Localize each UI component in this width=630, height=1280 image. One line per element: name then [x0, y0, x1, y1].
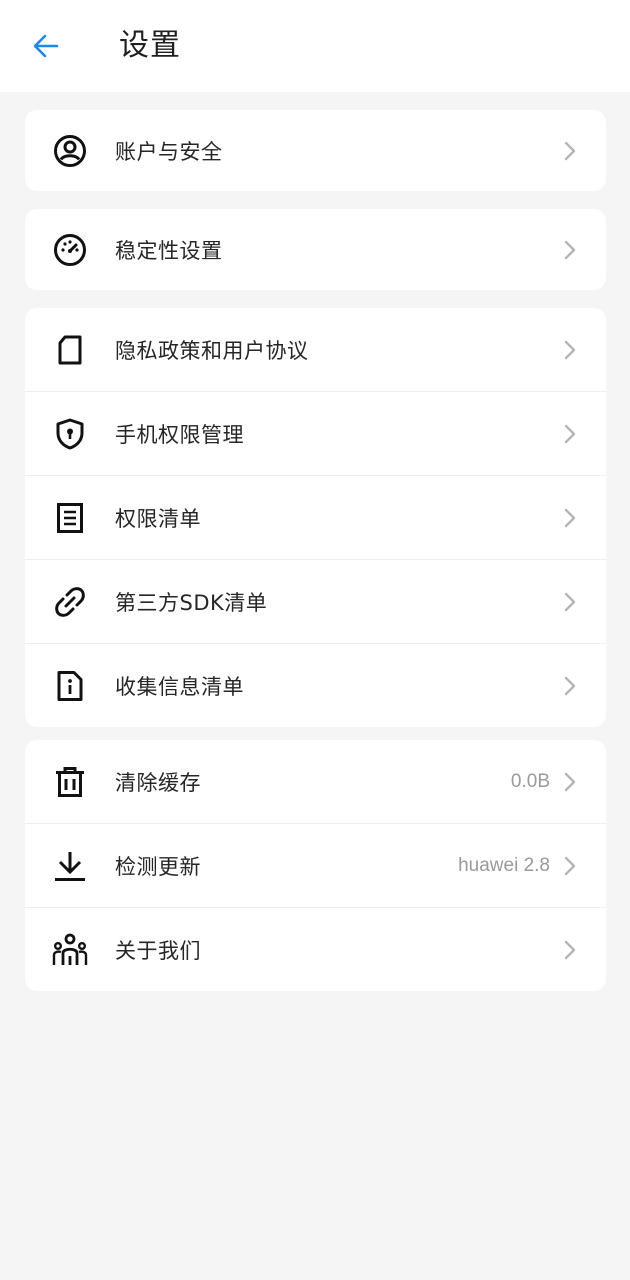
settings-item-label: 第三方SDK清单	[115, 590, 268, 615]
account-section: 账户与安全	[25, 110, 606, 191]
cache-size-value: 0.0B	[510, 770, 550, 792]
info-file-icon	[52, 668, 88, 704]
settings-item-label: 检测更新	[115, 854, 201, 879]
back-arrow-icon	[33, 34, 59, 58]
policy-section: 隐私政策和用户协议 手机权限管理 权限清单 第三方SDK清单 收集信息清单	[25, 308, 606, 727]
chevron-right-icon	[564, 240, 576, 259]
settings-item-collected-info-list[interactable]: 收集信息清单	[25, 643, 606, 727]
link-icon	[52, 584, 88, 620]
app-section: 清除缓存 0.0B 检测更新 huawei 2.8 关于我们	[25, 740, 606, 991]
speedometer-icon	[52, 232, 88, 268]
settings-item-permission-management[interactable]: 手机权限管理	[25, 391, 606, 475]
account-circle-icon	[52, 133, 88, 169]
back-button[interactable]	[22, 24, 70, 68]
chevron-right-icon	[564, 141, 576, 160]
settings-item-check-update[interactable]: 检测更新 huawei 2.8	[25, 823, 606, 907]
settings-item-label: 权限清单	[115, 506, 201, 531]
settings-item-third-party-sdk-list[interactable]: 第三方SDK清单	[25, 559, 606, 643]
settings-item-label: 清除缓存	[115, 770, 201, 795]
trash-icon	[52, 764, 88, 800]
settings-item-label: 稳定性设置	[115, 238, 223, 263]
list-document-icon	[52, 500, 88, 536]
settings-item-label: 收集信息清单	[115, 674, 244, 699]
team-icon	[52, 932, 88, 968]
settings-item-privacy-policy[interactable]: 隐私政策和用户协议	[25, 308, 606, 391]
settings-item-about-us[interactable]: 关于我们	[25, 907, 606, 991]
app-header: 设置	[0, 0, 630, 92]
settings-item-label: 账户与安全	[115, 139, 223, 164]
version-value: huawei 2.8	[458, 854, 550, 876]
chevron-right-icon	[564, 592, 576, 611]
chevron-right-icon	[564, 676, 576, 695]
settings-item-account-security[interactable]: 账户与安全	[25, 110, 606, 191]
chevron-right-icon	[564, 772, 576, 791]
download-icon	[52, 848, 88, 884]
settings-item-label: 关于我们	[115, 938, 201, 963]
settings-item-stability[interactable]: 稳定性设置	[25, 209, 606, 290]
chevron-right-icon	[564, 940, 576, 959]
shield-lock-icon	[52, 416, 88, 452]
stability-section: 稳定性设置	[25, 209, 606, 290]
chevron-right-icon	[564, 424, 576, 443]
page-title: 设置	[119, 28, 181, 63]
settings-item-label: 手机权限管理	[115, 422, 244, 447]
settings-item-permission-list[interactable]: 权限清单	[25, 475, 606, 559]
chevron-right-icon	[564, 340, 576, 359]
chevron-right-icon	[564, 508, 576, 527]
settings-item-label: 隐私政策和用户协议	[115, 338, 309, 363]
chevron-right-icon	[564, 856, 576, 875]
document-icon	[52, 332, 88, 368]
settings-item-clear-cache[interactable]: 清除缓存 0.0B	[25, 740, 606, 823]
